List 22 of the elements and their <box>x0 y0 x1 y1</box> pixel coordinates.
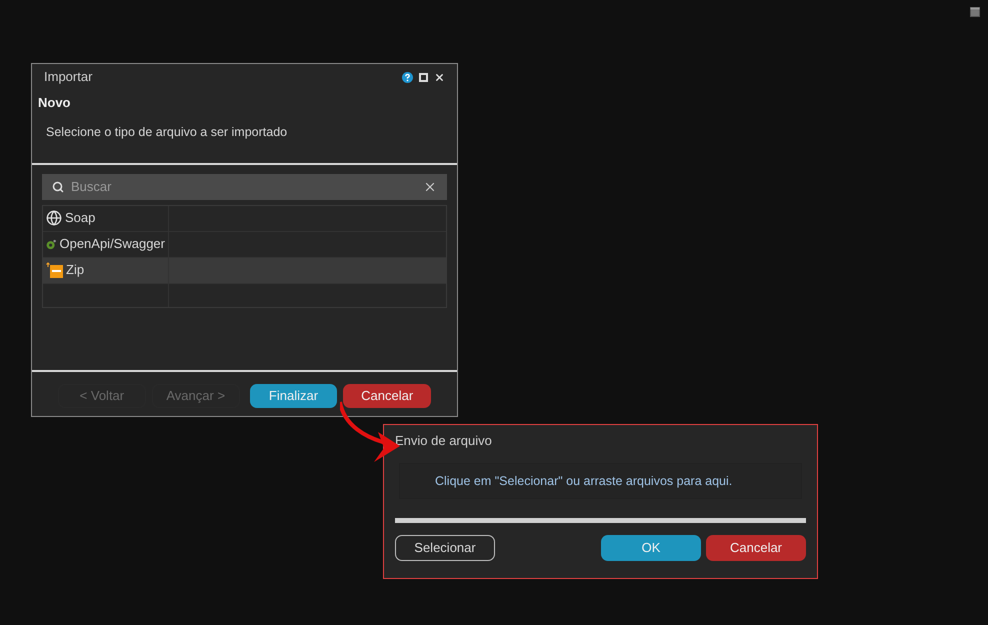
drop-zone[interactable]: Clique em "Selecionar" ou arraste arquivos para aqui. <box>399 463 802 499</box>
dialog-button[interactable]: Selecionar <box>395 535 495 561</box>
window-title: Envio de arquivo <box>395 432 493 450</box>
search-field[interactable]: Buscar <box>42 174 447 200</box>
list-item[interactable]: OpenApi/Swagger <box>43 232 446 258</box>
zip-file-icon <box>46 262 63 278</box>
close-icon[interactable] <box>434 72 445 82</box>
window-title: Importar <box>44 68 94 86</box>
list-item[interactable]: Zip <box>43 258 446 284</box>
maximize-icon[interactable] <box>419 72 428 82</box>
search-icon <box>52 180 64 192</box>
dialog-button[interactable]: Finalizar <box>250 384 338 408</box>
dialog-button[interactable]: Cancelar <box>343 384 431 408</box>
window-icon[interactable] <box>970 7 980 17</box>
dialog-button[interactable]: Cancelar <box>706 535 806 561</box>
search-input[interactable]: Buscar <box>71 176 416 196</box>
list-item[interactable]: Soap <box>43 206 446 232</box>
instruction-text: Selecione o tipo de arquivo a ser importado <box>45 124 288 141</box>
dialog-heading: Novo <box>37 94 72 112</box>
help-icon[interactable] <box>402 72 413 82</box>
globe-icon <box>46 210 62 226</box>
dialog-button[interactable]: OK <box>601 535 701 561</box>
